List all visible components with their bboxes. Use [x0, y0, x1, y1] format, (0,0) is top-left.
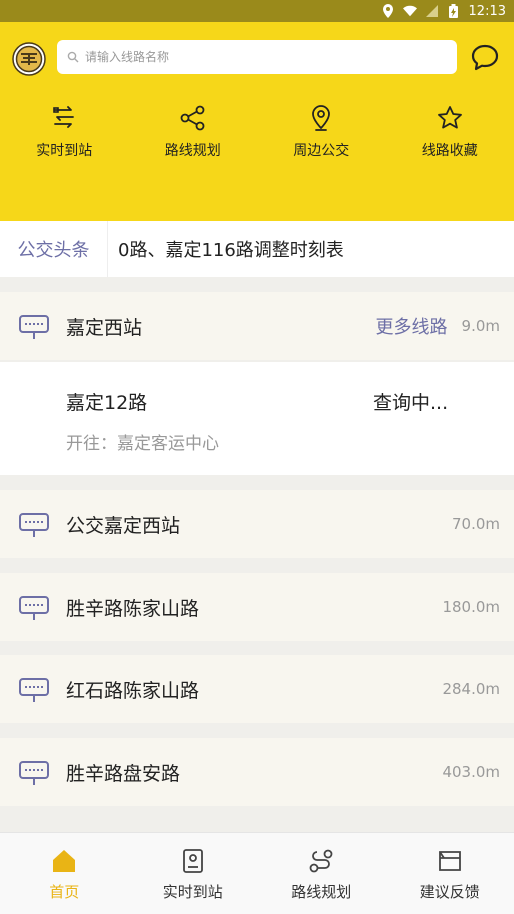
status-time: 12:13 — [469, 4, 506, 19]
quick-nearby-label: 周边公交 — [293, 140, 349, 160]
bus-stop-icon — [18, 591, 50, 623]
quick-favorites-label: 线路收藏 — [422, 140, 478, 160]
station-distance: 403.0m — [442, 763, 500, 781]
more-routes-link[interactable]: 更多线路 — [376, 313, 448, 339]
search-icon — [67, 48, 79, 67]
app-logo-icon — [12, 42, 46, 76]
bus-stop-icon — [18, 508, 50, 540]
quick-favorites-button[interactable]: 线路收藏 — [386, 104, 514, 160]
route-card[interactable]: 嘉定12路 查询中... 开往：嘉定客运中心 — [0, 362, 514, 475]
feedback-icon — [436, 847, 464, 875]
bus-stop-icon — [18, 756, 50, 788]
route-status: 查询中... — [373, 388, 448, 415]
battery-icon — [447, 4, 461, 18]
quick-route-plan-label: 路线规划 — [165, 140, 221, 160]
realtime-tab-icon — [179, 847, 207, 875]
wifi-icon — [403, 4, 417, 18]
tab-route-plan[interactable]: 路线规划 — [257, 833, 386, 914]
tab-route-plan-label: 路线规划 — [291, 881, 351, 902]
chat-icon[interactable] — [470, 42, 500, 72]
station-name: 嘉定西站 — [66, 313, 142, 340]
route-name: 嘉定12路 — [66, 388, 147, 415]
news-ticker[interactable]: 公交头条 0路、嘉定116路调整时刻表 — [0, 221, 514, 277]
station-distance: 9.0m — [462, 317, 500, 335]
route-direction: 开往：嘉定客运中心 — [66, 429, 219, 454]
station-row[interactable]: 胜辛路陈家山路 180.0m — [0, 573, 514, 641]
station-row[interactable]: 红石路陈家山路 284.0m — [0, 655, 514, 723]
bus-stop-icon — [18, 673, 50, 705]
station-name: 胜辛路陈家山路 — [66, 594, 199, 621]
home-icon — [50, 847, 78, 875]
station-row[interactable]: 嘉定西站 更多线路 9.0m — [0, 292, 514, 360]
quick-nearby-button[interactable]: 周边公交 — [257, 104, 386, 160]
station-name: 胜辛路盘安路 — [66, 759, 180, 786]
station-name: 红石路陈家山路 — [66, 676, 199, 703]
header: 实时到站 路线规划 周边公交 线路收藏 — [0, 22, 514, 221]
star-icon — [436, 104, 464, 132]
news-tag: 公交头条 — [0, 221, 108, 277]
tab-home[interactable]: 首页 — [0, 833, 129, 914]
tab-realtime[interactable]: 实时到站 — [129, 833, 258, 914]
location-pin-icon — [307, 104, 335, 132]
tab-home-label: 首页 — [49, 881, 79, 902]
route-plan-icon — [179, 104, 207, 132]
news-text[interactable]: 0路、嘉定116路调整时刻表 — [108, 236, 514, 262]
status-bar: 12:13 — [0, 0, 514, 22]
route-tab-icon — [307, 847, 335, 875]
search-bar[interactable] — [57, 40, 457, 74]
tab-realtime-label: 实时到站 — [163, 881, 223, 902]
tab-feedback-label: 建议反馈 — [420, 881, 480, 902]
tab-feedback[interactable]: 建议反馈 — [386, 833, 514, 914]
realtime-icon — [50, 104, 78, 132]
quick-actions: 实时到站 路线规划 周边公交 线路收藏 — [0, 104, 514, 160]
station-distance: 284.0m — [442, 680, 500, 698]
station-name: 公交嘉定西站 — [66, 511, 180, 538]
station-row[interactable]: 公交嘉定西站 70.0m — [0, 490, 514, 558]
quick-realtime-button[interactable]: 实时到站 — [0, 104, 129, 160]
bottom-tab-bar: 首页 实时到站 路线规划 建议反馈 — [0, 832, 514, 914]
station-distance: 180.0m — [442, 598, 500, 616]
search-input[interactable] — [83, 49, 427, 65]
location-icon — [381, 4, 395, 18]
station-distance: 70.0m — [452, 515, 500, 533]
signal-icon — [425, 4, 439, 18]
quick-realtime-label: 实时到站 — [36, 140, 92, 160]
bus-stop-icon — [18, 310, 50, 342]
quick-route-plan-button[interactable]: 路线规划 — [129, 104, 258, 160]
station-row[interactable]: 胜辛路盘安路 403.0m — [0, 738, 514, 806]
